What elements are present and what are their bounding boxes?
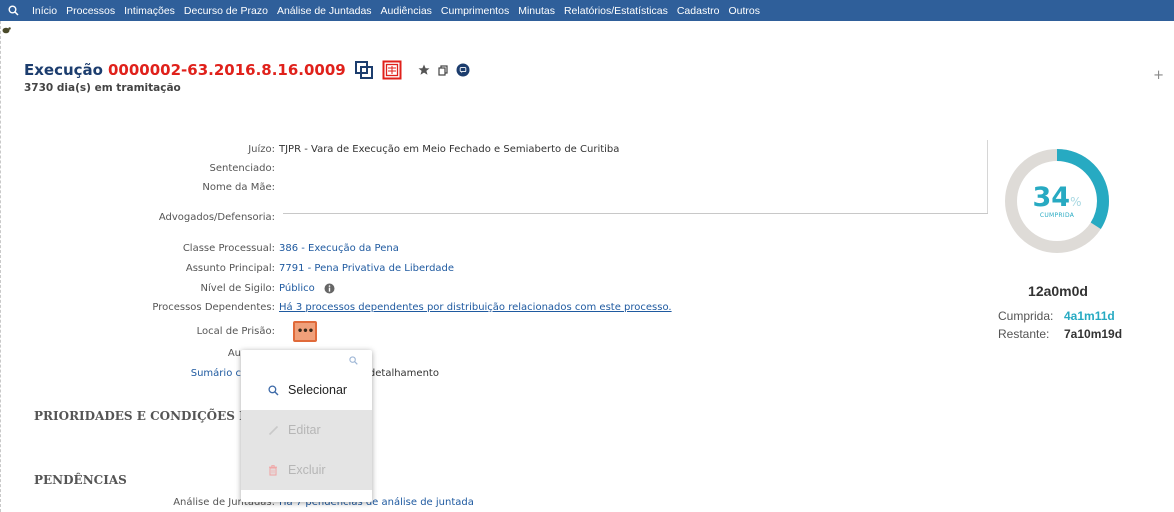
detail-row-sentenciado: Sentenciado:	[0, 163, 279, 174]
expand-plus-icon[interactable]: +	[1153, 68, 1164, 83]
turtle-icon	[1, 25, 11, 38]
info-icon[interactable]	[324, 283, 335, 294]
cumprida-label: Cumprida:	[998, 309, 1054, 323]
section-pendencias: PENDÊNCIAS	[34, 473, 127, 487]
chat-icon[interactable]	[456, 63, 470, 77]
detail-row-nome-da-mae: Nome da Mãe:	[0, 182, 279, 193]
sigilo-value-link[interactable]: Público	[279, 283, 315, 294]
menu-item-excluir-label: Excluir	[288, 463, 326, 477]
detail-row-juizo: Juízo: TJPR - Vara de Execução em Meio F…	[0, 144, 619, 155]
nome-da-mae-label: Nome da Mãe:	[202, 182, 275, 193]
process-number: 0000002-63.2016.8.16.0009	[107, 61, 346, 79]
classe-value-link[interactable]: 386 - Execução da Pena	[279, 243, 399, 254]
advogados-label: Advogados/Defensoria:	[158, 212, 275, 223]
title-icons	[354, 60, 478, 80]
sentence-total: 12a0m0d	[1028, 283, 1088, 299]
stat-restante: Restante: 7a10m19d	[998, 327, 1128, 341]
restante-label: Restante:	[998, 327, 1050, 341]
nav-item-analise-de-juntadas[interactable]: Análise de Juntadas	[277, 5, 372, 17]
juizo-label: Juízo:	[248, 144, 275, 155]
restante-value: 7a10m19d	[1064, 327, 1123, 341]
menu-item-excluir[interactable]: Excluir	[241, 450, 372, 490]
cumprida-value: 4a1m11d	[1064, 309, 1115, 323]
progress-percent-number: 34	[1032, 182, 1071, 213]
top-navigation-bar: Início Processos Intimações Decurso de P…	[0, 0, 1174, 21]
sentenciado-label: Sentenciado:	[209, 163, 276, 174]
nav-item-relatorios[interactable]: Relatórios/Estatísticas	[564, 5, 668, 17]
linked-processes-icon[interactable]	[354, 60, 374, 80]
detail-row-sigilo: Nível de Sigilo: Público	[0, 283, 335, 294]
detail-row-assunto: Assunto Principal: 7791 - Pena Privativa…	[0, 263, 454, 274]
assunto-value-link[interactable]: 7791 - Pena Privativa de Liberdade	[279, 263, 454, 274]
local-prisao-dropdown-menu: Selecionar Editar Excluir	[241, 350, 372, 502]
nav-item-audiencias[interactable]: Audiências	[381, 5, 432, 17]
dependentes-label: Processos Dependentes:	[152, 302, 275, 313]
nav-item-cadastro[interactable]: Cadastro	[677, 5, 720, 17]
juntadas-label: Análise de Juntadas:	[173, 497, 275, 508]
search-icon[interactable]	[349, 356, 358, 365]
menu-item-editar-label: Editar	[288, 423, 321, 437]
process-type: Execução	[24, 61, 103, 79]
nav-item-decurso-de-prazo[interactable]: Decurso de Prazo	[184, 5, 268, 17]
juizo-value: TJPR - Vara de Execução em Meio Fechado …	[279, 144, 620, 155]
detail-row-audiencias: Au	[0, 348, 241, 359]
details-right-rule	[987, 140, 988, 214]
days-in-progress: 3730 dia(s) em tramitação	[24, 82, 181, 94]
details-separator	[283, 213, 988, 214]
audiencias-label: Au	[227, 348, 241, 359]
menu-item-editar[interactable]: Editar	[241, 410, 372, 450]
nav-item-outros[interactable]: Outros	[728, 5, 760, 17]
sigilo-label: Nível de Sigilo:	[200, 283, 275, 294]
section-prioridades: PRIORIDADES E CONDIÇÕES DE A	[34, 409, 273, 423]
copy-icon[interactable]	[438, 64, 448, 76]
search-icon	[268, 384, 280, 396]
assunto-label: Assunto Principal:	[185, 263, 275, 274]
red-seal-icon[interactable]	[382, 60, 402, 80]
pencil-icon	[268, 425, 280, 436]
sumario-link[interactable]: Sumário c	[0, 368, 241, 379]
progress-percent: 34%	[1002, 182, 1112, 213]
stat-cumprida: Cumprida: 4a1m11d	[998, 309, 1128, 323]
detail-row-sumario: Sumário c para detalhamento	[0, 368, 439, 379]
process-title: Execução 0000002-63.2016.8.16.0009	[24, 60, 478, 80]
menu-item-selecionar-label: Selecionar	[288, 383, 348, 397]
detail-row-dependentes: Processos Dependentes: Há 3 processos de…	[0, 302, 672, 313]
search-icon[interactable]	[8, 4, 22, 18]
trash-icon	[268, 464, 280, 476]
progress-percent-sign: %	[1070, 195, 1082, 209]
star-icon[interactable]	[418, 64, 430, 76]
nav-item-cumprimentos[interactable]: Cumprimentos	[441, 5, 509, 17]
local-prisao-label: Local de Prisão:	[196, 326, 275, 337]
nav-item-intimacoes[interactable]: Intimações	[124, 5, 175, 17]
detail-row-local-prisao: Local de Prisão: •••	[0, 321, 317, 342]
nav-item-processos[interactable]: Processos	[66, 5, 115, 17]
nav-item-inicio[interactable]: Início	[32, 5, 57, 17]
nav-item-minutas[interactable]: Minutas	[518, 5, 555, 17]
menu-item-selecionar[interactable]: Selecionar	[241, 370, 372, 410]
detail-row-classe: Classe Processual: 386 - Execução da Pen…	[0, 243, 399, 254]
detail-row-advogados: Advogados/Defensoria:	[0, 212, 279, 223]
dependentes-link[interactable]: Há 3 processos dependentes por distribui…	[279, 302, 672, 313]
classe-label: Classe Processual:	[182, 243, 275, 254]
detail-row-juntadas: Análise de Juntadas: Há 7 pendências de …	[0, 497, 474, 508]
progress-caption: CUMPRIDA	[1039, 212, 1075, 219]
local-prisao-options-button[interactable]: •••	[293, 321, 317, 342]
